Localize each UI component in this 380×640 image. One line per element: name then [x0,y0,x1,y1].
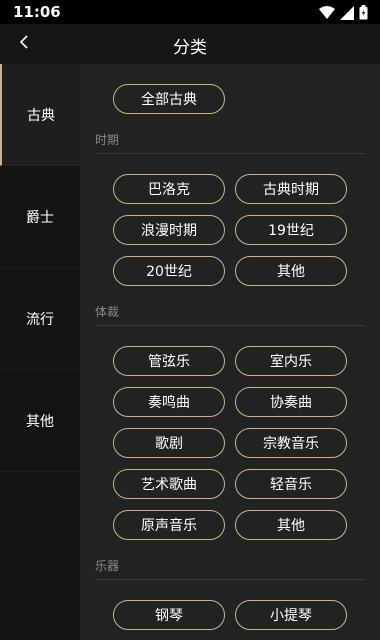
divider [95,325,365,326]
sidebar-item-classical[interactable]: 古典 [0,64,80,166]
tag-button[interactable]: 轻音乐 [235,469,347,499]
tag-button[interactable]: 巴洛克 [113,174,225,204]
wifi-icon [319,5,335,24]
tag-button[interactable]: 宗教音乐 [235,428,347,458]
sidebar-item-other[interactable]: 其他 [0,370,80,472]
tag-button[interactable]: 协奏曲 [235,387,347,417]
tag-button[interactable]: 室内乐 [235,346,347,376]
category-sidebar: 古典 爵士 流行 其他 [0,64,80,640]
all-classical-button[interactable]: 全部古典 [113,84,225,114]
sidebar-item-jazz[interactable]: 爵士 [0,166,80,268]
tag-button[interactable]: 钢琴 [113,600,225,630]
signal-icon [340,5,354,24]
sidebar-item-pop[interactable]: 流行 [0,268,80,370]
tag-button[interactable]: 古典时期 [235,174,347,204]
tag-button[interactable]: 奏鸣曲 [113,387,225,417]
sidebar-item-label: 爵士 [26,209,54,226]
tag-button[interactable]: 其他 [235,510,347,540]
tag-button[interactable]: 浪漫时期 [113,215,225,245]
battery-icon [359,5,368,24]
section-title-period: 时期 [95,133,120,147]
section-title-instrument: 乐器 [95,559,120,573]
divider [95,579,365,580]
tag-button[interactable]: 其他 [235,256,347,286]
tag-button[interactable]: 20世纪 [113,256,225,286]
sidebar-item-label: 流行 [26,311,54,328]
tag-button[interactable]: 管弦乐 [113,346,225,376]
divider [95,153,365,154]
page-title: 分类 [173,38,207,58]
tag-button[interactable]: 19世纪 [235,215,347,245]
status-bar: 11:06 [0,0,380,24]
tag-button[interactable]: 歌剧 [113,428,225,458]
tag-button[interactable]: 小提琴 [235,600,347,630]
category-content: 全部古典 时期 巴洛克 古典时期 浪漫时期 19世纪 20世纪 其他 体裁 管弦… [80,64,380,640]
sidebar-item-label: 其他 [26,413,54,430]
status-icons [319,5,368,24]
section-title-genre: 体裁 [95,305,120,319]
status-time: 11:06 [13,3,61,21]
app-bar: 分类 [0,24,380,64]
tag-button[interactable]: 艺术歌曲 [113,469,225,499]
tag-button[interactable]: 原声音乐 [113,510,225,540]
sidebar-item-label: 古典 [27,107,55,124]
